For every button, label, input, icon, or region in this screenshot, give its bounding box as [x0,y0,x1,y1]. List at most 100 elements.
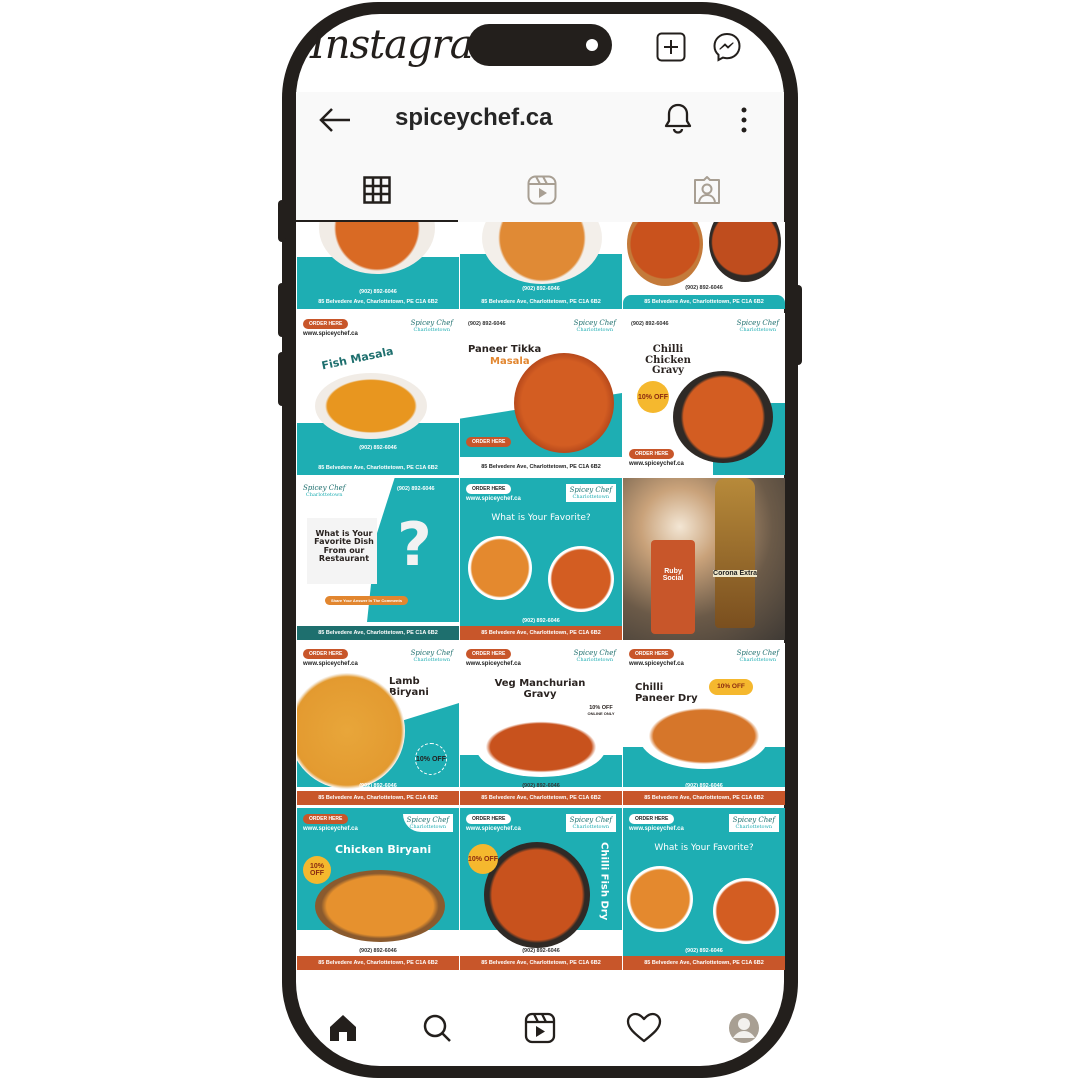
post-website: www.spiceychef.ca [303,826,358,832]
bell-icon[interactable] [662,102,694,141]
post-website: www.spiceychef.ca [303,661,358,667]
post-address: 85 Belvedere Ave, Charlottetown, PE C1A … [460,295,622,309]
post-website: www.spiceychef.ca [466,496,521,502]
post-phone: (902) 892-6046 [685,948,723,954]
post-tile[interactable]: (902) 892-6046 85 Belvedere Ave, Charlot… [297,222,459,309]
dish-image [315,373,427,439]
order-here-badge: ORDER HERE [466,649,512,659]
beer-can [651,540,695,634]
dish-image [639,703,769,769]
dish-image [315,870,445,942]
nav-reels[interactable] [522,1010,558,1046]
messenger-icon[interactable] [711,31,743,68]
brand-logo: Spicey Chef Charlottetown [411,319,453,333]
tab-reels[interactable] [522,170,562,210]
brand-logo: Spicey Chef Charlottetown [565,814,616,833]
discount-badge: 10% OFF [415,743,447,775]
post-title: Chilli Paneer Dry [635,682,698,704]
post-address: 85 Belvedere Ave, Charlottetown, PE C1A … [460,459,622,475]
dish-image [476,717,606,777]
nav-home[interactable] [325,1010,361,1046]
more-vertical-icon[interactable] [739,107,749,138]
dynamic-island [468,24,612,66]
post-tile[interactable]: ORDER HERE www.spiceychef.ca Spicey Chef… [460,478,622,640]
post-tile[interactable]: ORDER HERE www.spiceychef.ca Spicey Chef… [460,808,622,970]
brand-logo: Spicey Chef Charlottetown [737,319,779,333]
brand-logo: Spicey Chef Charlottetown [574,649,616,663]
post-tile[interactable]: ORDER HERE www.spiceychef.ca Spicey Chef… [623,808,785,970]
order-here-badge: ORDER HERE [629,449,675,459]
discount-subtext: ONLINE ONLY [587,710,615,716]
tab-posts[interactable] [357,170,397,210]
reels-icon [527,175,557,205]
post-tile[interactable]: (902) 892-6046 Spicey Chef Charlottetown … [460,313,622,475]
brand-logo: Spicey Chef Charlottetown [728,814,779,833]
brand-location: Charlottetown [413,657,451,664]
dish-image [484,842,590,948]
post-address: 85 Belvedere Ave, Charlottetown, PE C1A … [297,295,459,309]
post-phone: (902) 892-6046 [685,783,723,789]
post-title: Fish Masala [320,344,395,373]
post-tile[interactable]: Spicey Chef Charlottetown (902) 892-6046 … [297,478,459,640]
reels-icon [524,1012,556,1044]
post-tile[interactable]: (902) 892-6046 85 Belvedere Ave, Charlot… [623,222,785,309]
brand-location: Charlottetown [413,327,451,334]
post-address: 85 Belvedere Ave, Charlottetown, PE C1A … [460,626,622,640]
post-subtitle: Masala [490,356,530,367]
brand-logo: Spicey Chef Charlottetown [565,484,616,503]
brand-location: Charlottetown [572,824,610,831]
post-title: What is Your Favorite Dish From our Rest… [314,529,374,564]
heart-icon [626,1012,662,1043]
post-phone: (902) 892-6046 [359,948,397,954]
post-website: www.spiceychef.ca [303,331,358,337]
brand-location: Charlottetown [735,824,773,831]
camera-dot [586,39,598,51]
discount-badge: 10% OFF ONLINE ONLY [584,701,618,721]
brand-logo: Spicey Chef Charlottetown [411,649,453,663]
post-phone: (902) 892-6046 [359,445,397,451]
post-tile[interactable]: (902) 892-6046 Spicey Chef Charlottetown … [623,313,785,475]
post-tile[interactable]: ORDER HERE www.spiceychef.ca Spicey Chef… [460,643,622,805]
post-tile[interactable]: ORDER HERE www.spiceychef.ca Spicey Chef… [297,643,459,805]
brand-name: Spicey Chef [410,649,453,657]
brand-name: Spicey Chef [410,319,453,327]
order-here-badge: ORDER HERE [303,649,349,659]
post-tile[interactable]: ORDER HERE www.spiceychef.ca Spicey Chef… [623,643,785,805]
nav-activity[interactable] [626,1010,662,1046]
post-title: What is Your Favorite? [491,513,591,523]
profile-username: spiceychef.ca [395,104,553,131]
dish-image [709,222,781,282]
post-address: 85 Belvedere Ave, Charlottetown, PE C1A … [460,791,622,805]
phone-side-button-volume-up [278,283,286,337]
dish-image [673,371,773,463]
grid-icon [363,176,391,204]
nav-search[interactable] [419,1010,455,1046]
post-title: Chilli Chicken Gravy [645,344,691,376]
new-post-icon[interactable] [656,32,686,67]
brand-logo: Spicey Chef Charlottetown [402,814,453,833]
post-address: 85 Belvedere Ave, Charlottetown, PE C1A … [297,956,459,970]
post-website: www.spiceychef.ca [629,461,684,467]
brand-logo: Spicey Chef Charlottetown [737,649,779,663]
brand-location: Charlottetown [409,824,447,831]
dish-image-left [627,866,693,932]
post-tile[interactable]: ORDER HERE www.spiceychef.ca Spicey Chef… [297,808,459,970]
share-answer-cta: Share Your Answer In The Comments [325,596,409,605]
post-phone: (902) 892-6046 [522,948,560,954]
discount-badge: 10% OFF [637,381,669,413]
home-icon [330,1015,356,1041]
post-title: Paneer Tikka [468,344,542,355]
post-title: Chilli Fish Dry [598,842,610,921]
nav-profile[interactable] [726,1010,762,1046]
post-address: 85 Belvedere Ave, Charlottetown, PE C1A … [297,791,459,805]
brand-logo: Spicey Chef Charlottetown [303,484,345,498]
post-title: Chicken Biryani [335,843,432,856]
post-tile[interactable]: (902) 892-6046 85 Belvedere Ave, Charlot… [460,222,622,309]
post-tile[interactable]: Corona Extra Ruby Social [623,478,785,640]
tab-tagged[interactable] [687,170,727,210]
post-phone: (902) 892-6046 [359,783,397,789]
dish-image-left [468,536,532,600]
brand-name: Spicey Chef [569,486,612,494]
post-tile[interactable]: ORDER HERE www.spiceychef.ca Spicey Chef… [297,313,459,475]
arrow-left-icon[interactable] [318,106,352,139]
